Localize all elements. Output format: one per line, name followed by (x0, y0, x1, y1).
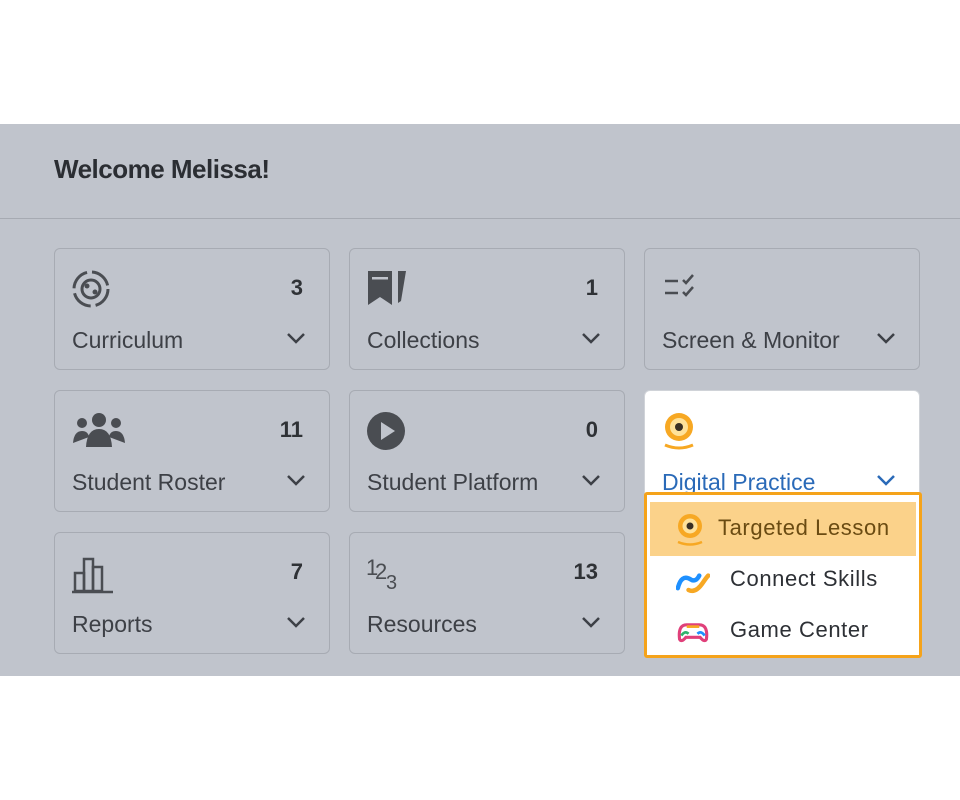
target-icon (677, 514, 703, 546)
card-reports[interactable]: 7 Reports (54, 532, 330, 654)
collections-icon (368, 271, 406, 305)
bar-chart-icon (72, 557, 113, 594)
card-label: Screen & Monitor (662, 327, 840, 353)
card-label: Curriculum (72, 327, 184, 353)
card-count: 7 (290, 559, 303, 584)
menu-item-label: Connect Skills (730, 566, 878, 591)
chevron-down-icon[interactable] (580, 331, 602, 345)
chevron-down-icon[interactable] (285, 331, 307, 345)
card-student-roster[interactable]: 11 Student Roster (54, 390, 330, 512)
checklist-icon (665, 274, 694, 297)
chevron-down-icon[interactable] (875, 331, 897, 345)
menu-item-label: Targeted Lesson (718, 515, 890, 540)
card-count: 11 (279, 417, 303, 442)
menu-item-game-center[interactable]: Game Center (650, 604, 916, 658)
card-label: Collections (367, 327, 480, 353)
play-icon (367, 412, 405, 450)
card-resources[interactable]: 1 2 3 13 Resources (349, 532, 625, 654)
menu-item-connect-skills[interactable]: Connect Skills (650, 553, 916, 607)
card-student-platform[interactable]: 0 Student Platform (349, 390, 625, 512)
card-label: Resources (367, 611, 477, 637)
card-screen-monitor[interactable]: Screen & Monitor (644, 248, 920, 370)
card-count: 1 (585, 275, 598, 300)
card-curriculum[interactable]: 3 Curriculum (54, 248, 330, 370)
connect-skills-icon (676, 573, 710, 594)
card-count: 13 (573, 559, 598, 584)
menu-item-label: Game Center (730, 617, 869, 642)
card-label: Reports (72, 611, 153, 637)
chevron-down-icon[interactable] (580, 615, 602, 629)
numbers-icon: 1 2 3 (366, 555, 397, 594)
target-icon (664, 413, 694, 450)
people-icon (73, 413, 125, 447)
card-collections[interactable]: 1 Collections (349, 248, 625, 370)
dashboard-header: Welcome Melissa! (0, 124, 960, 219)
digital-practice-dropdown: Targeted Lesson Connect Skills Game Cent… (644, 492, 922, 658)
card-count: 3 (290, 275, 303, 300)
chevron-down-icon[interactable] (285, 615, 307, 629)
svg-text:3: 3 (386, 572, 397, 594)
curriculum-icon (72, 270, 110, 308)
card-label: Student Roster (72, 469, 226, 495)
card-count: 0 (585, 417, 598, 442)
card-label: Student Platform (367, 469, 539, 495)
page-title: Welcome Melissa! (54, 154, 270, 184)
chevron-down-icon[interactable] (875, 473, 897, 487)
chevron-down-icon[interactable] (580, 473, 602, 487)
game-controller-icon (677, 623, 709, 643)
chevron-down-icon[interactable] (285, 473, 307, 487)
menu-item-targeted-lesson[interactable]: Targeted Lesson (650, 502, 916, 556)
